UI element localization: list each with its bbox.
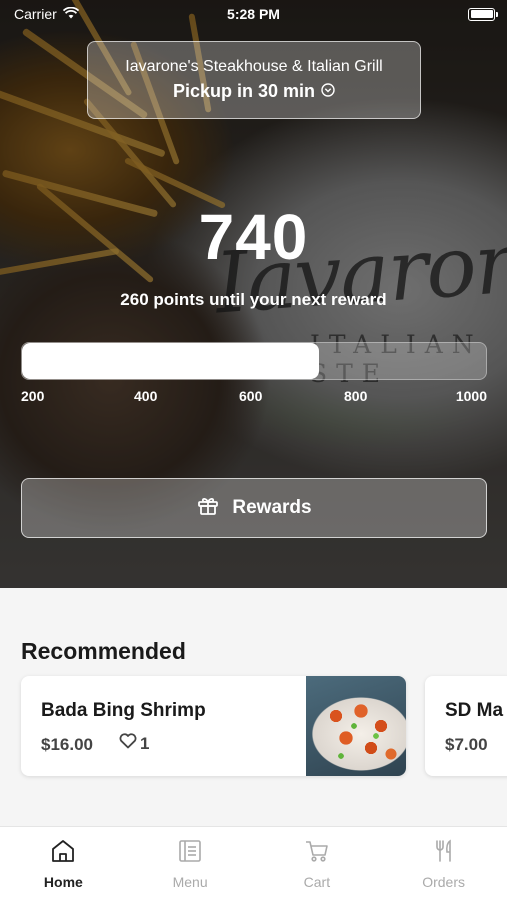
wifi-icon: [62, 6, 79, 22]
cart-icon: [304, 839, 330, 866]
item-name: SD Ma: [445, 700, 504, 721]
rewards-progress-fill: [22, 343, 319, 379]
utensils-icon: [432, 839, 456, 866]
tab-home[interactable]: Home: [0, 827, 127, 900]
tick-label: 1000: [455, 388, 487, 404]
home-icon: [50, 839, 76, 866]
pickup-label: Pickup in 30 min: [172, 81, 316, 101]
store-name: Iavarone's Steakhouse & Italian Grill: [125, 58, 383, 75]
item-name: Bada Bing Shrimp: [41, 700, 206, 721]
rewards-progress-bar: [21, 342, 487, 380]
tab-label: Menu: [172, 874, 208, 890]
item-likes[interactable]: 1: [119, 733, 149, 754]
item-price: $7.00: [445, 735, 488, 754]
chevron-down-icon: [321, 81, 335, 102]
heart-icon: [119, 733, 137, 754]
item-price: $16.00: [41, 735, 93, 754]
recommended-item-card[interactable]: SD Ma $7.00: [425, 676, 507, 776]
gift-icon: [196, 493, 220, 523]
tick-label: 200: [21, 388, 45, 404]
rewards-button[interactable]: Rewards: [21, 478, 487, 538]
tab-orders[interactable]: Orders: [380, 827, 507, 900]
tab-menu[interactable]: Menu: [127, 827, 254, 900]
tab-label: Cart: [303, 874, 331, 890]
status-bar: Carrier 5:28 PM: [0, 0, 507, 28]
pickup-time: Pickup in 30 min: [88, 81, 420, 102]
tick-label: 800: [344, 388, 368, 404]
item-likes-count: 1: [140, 733, 150, 753]
carrier-label: Carrier: [14, 6, 57, 22]
points-balance: 740: [198, 201, 309, 273]
rewards-button-label: Rewards: [232, 497, 312, 518]
tab-bar: Home Menu Cart Orders: [0, 826, 507, 900]
tab-label: Orders: [422, 874, 466, 890]
section-title-recommended: Recommended: [21, 638, 186, 664]
tab-label: Home: [43, 874, 83, 890]
shrimp-dish-image: [306, 676, 406, 776]
tick-label: 400: [134, 388, 158, 404]
menu-icon: [178, 839, 202, 866]
store-selector[interactable]: Iavarone's Steakhouse & Italian Grill Pi…: [87, 41, 421, 119]
progress-ticks: 200 400 600 800 1000: [21, 388, 487, 406]
battery-icon: [468, 7, 498, 21]
recommended-item-card[interactable]: Bada Bing Shrimp $16.00 1: [21, 676, 406, 776]
points-until-reward: 260 points until your next reward: [120, 290, 387, 309]
tab-cart[interactable]: Cart: [254, 827, 381, 900]
main-content: Recommended Bada Bing Shrimp $16.00 1 SD…: [0, 588, 507, 826]
tick-label: 600: [239, 388, 263, 404]
